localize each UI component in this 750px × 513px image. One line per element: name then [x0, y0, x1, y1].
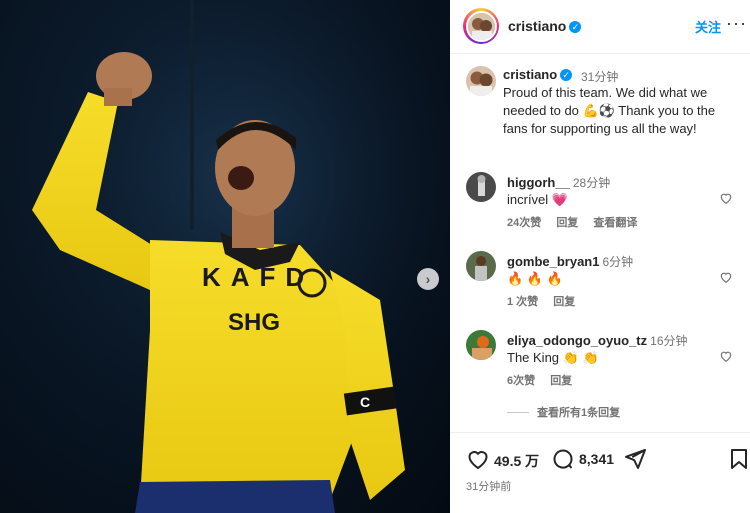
follow-button[interactable]: 关注 [695, 17, 721, 36]
comment-icon[interactable] [551, 447, 575, 471]
comment-meta: 6次赞 回复 [507, 372, 584, 388]
comment-username[interactable]: gombe_bryan1 6分钟 [507, 253, 633, 270]
comment-item: eliya_odongo_oyuo_tz 16分钟 The King 👏 👏 6次… [466, 330, 746, 392]
bookmark-save-icon[interactable] [728, 447, 750, 471]
post-time: 31分钟前 [466, 481, 512, 493]
caption-username[interactable]: cristiano ✓ [503, 67, 573, 82]
author-avatar[interactable] [463, 8, 499, 44]
comment-time: 16分钟 [650, 334, 688, 348]
armband-text: C [360, 394, 370, 410]
caption-avatar[interactable] [466, 66, 496, 96]
comment-text: 🔥 🔥 🔥 [507, 271, 563, 286]
carousel-next-button[interactable]: › [417, 268, 439, 290]
kit-sponsor-2-text: SHG [228, 309, 280, 336]
comment-translate-button[interactable]: 查看翻译 [593, 217, 637, 229]
likes-count[interactable]: 49.5 万 [494, 451, 539, 471]
avatar-image [466, 66, 496, 96]
commenter-avatar[interactable] [466, 251, 496, 281]
comment-like-heart-icon[interactable] [719, 349, 733, 363]
avatar-image [466, 172, 496, 202]
more-options-icon[interactable]: ··· [726, 13, 747, 34]
commenter-avatar[interactable] [466, 330, 496, 360]
commenter-avatar[interactable] [466, 172, 496, 202]
comment-meta: 1 次赞 回复 [507, 293, 587, 309]
view-replies-button[interactable]: 查看所有1条回复 [507, 404, 620, 420]
comment-username[interactable]: higgorh__ 28分钟 [507, 174, 610, 191]
caption-username-text: cristiano [503, 67, 558, 82]
share-send-icon[interactable] [623, 447, 647, 471]
comment-reply-button[interactable]: 回复 [550, 375, 572, 387]
post-actions: 49.5 万 8,341 31分钟前 [450, 432, 750, 513]
comment-likes[interactable]: 24次赞 [507, 217, 541, 229]
reply-divider [507, 412, 529, 413]
avatar-image [466, 251, 496, 281]
player-photo-illustration: C KAFD SHG [0, 0, 450, 513]
comment-username-text: higgorh__ [507, 175, 570, 190]
comment-reply-button[interactable]: 回复 [553, 296, 575, 308]
comment-like-heart-icon[interactable] [719, 270, 733, 284]
avatar-image [466, 330, 496, 360]
comment-item: higgorh__ 28分钟 incrível 💗 24次赞 回复 查看翻译 [466, 172, 746, 234]
chevron-right-icon: › [425, 271, 431, 287]
post-header: cristiano ✓ 关注 ··· [450, 0, 750, 54]
comment-text: The King 👏 👏 [507, 350, 599, 365]
comment-likes[interactable]: 6次赞 [507, 375, 535, 387]
caption-text: Proud of this team. We did what we neede… [503, 85, 716, 136]
kit-sponsor-text: KAFD [202, 262, 314, 292]
comment-time: 6分钟 [602, 255, 634, 269]
comments-count[interactable]: 8,341 [579, 451, 614, 467]
comment-username-text: eliya_odongo_oyuo_tz [507, 333, 648, 348]
comment-item: gombe_bryan1 6分钟 🔥 🔥 🔥 1 次赞 回复 [466, 251, 746, 313]
view-replies-text: 查看所有1条回复 [537, 407, 621, 419]
verified-badge-icon: ✓ [560, 69, 573, 81]
like-heart-icon[interactable] [466, 447, 490, 471]
post-sidebar: cristiano ✓ 关注 ··· cristiano ✓ 31分钟 Proud … [450, 0, 750, 513]
author-username[interactable]: cristiano ✓ [508, 18, 582, 34]
comment-time: 28分钟 [572, 176, 611, 190]
caption-time: 31分钟 [581, 70, 619, 84]
comment-meta: 24次赞 回复 查看翻译 [507, 214, 649, 230]
post-photo[interactable]: C KAFD SHG › [0, 0, 450, 513]
comment-likes[interactable]: 1 次赞 [507, 296, 538, 308]
author-username-text: cristiano [508, 18, 567, 34]
comment-like-heart-icon[interactable] [719, 191, 733, 205]
comment-text: incrível 💗 [507, 192, 568, 207]
comment-reply-button[interactable]: 回复 [556, 217, 578, 229]
avatar-image [467, 12, 495, 40]
comment-username-text: gombe_bryan1 [507, 254, 600, 269]
comment-username[interactable]: eliya_odongo_oyuo_tz 16分钟 [507, 332, 688, 349]
verified-badge-icon: ✓ [569, 21, 582, 33]
